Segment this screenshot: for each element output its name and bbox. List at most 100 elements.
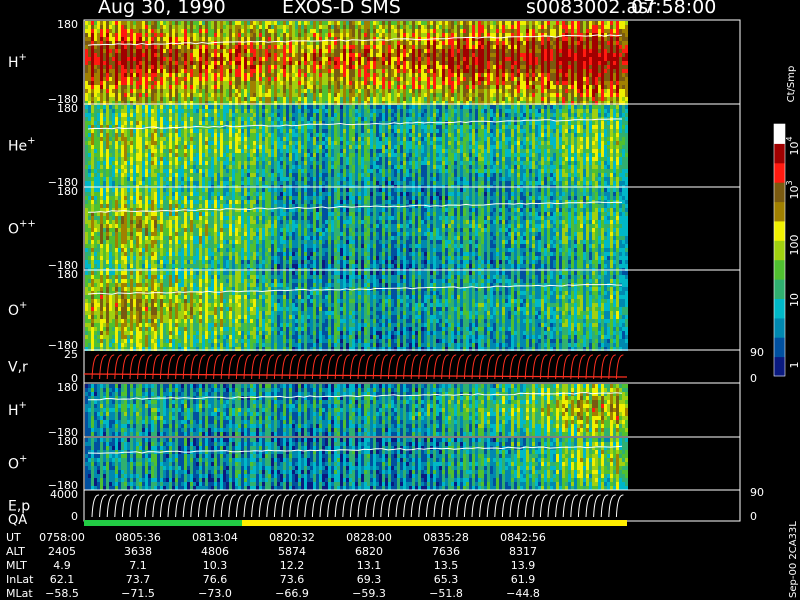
heat-cell	[100, 141, 103, 145]
heat-cell	[127, 157, 130, 161]
heat-cell	[352, 21, 355, 25]
heat-cell	[280, 33, 283, 37]
heat-cell	[286, 37, 289, 41]
heat-cell	[574, 21, 577, 25]
heat-cell	[499, 21, 502, 25]
heat-cell	[397, 73, 400, 77]
heat-cell	[544, 93, 547, 97]
heat-cell	[169, 149, 172, 153]
heat-cell	[190, 61, 193, 65]
heat-cell	[265, 85, 268, 89]
heat-cell	[547, 49, 550, 53]
heat-cell	[142, 157, 145, 161]
heat-cell	[172, 93, 175, 97]
heat-cell	[364, 77, 367, 81]
heat-cell	[112, 25, 115, 29]
heat-cell	[124, 113, 127, 117]
heat-cell	[412, 53, 415, 57]
heat-cell	[433, 93, 436, 97]
heat-cell	[310, 57, 313, 61]
heat-cell	[388, 29, 391, 33]
heat-cell	[415, 97, 418, 101]
heat-cell	[565, 61, 568, 65]
heat-cell	[115, 61, 118, 65]
heat-cell	[463, 89, 466, 93]
heat-cell	[205, 141, 208, 145]
heat-cell	[127, 153, 130, 157]
heat-cell	[187, 89, 190, 93]
heat-cell	[277, 53, 280, 57]
heat-cell	[244, 161, 247, 165]
heat-cell	[583, 65, 586, 69]
heat-cell	[427, 57, 430, 61]
heat-cell	[526, 93, 529, 97]
heat-cell	[115, 49, 118, 53]
heat-cell	[610, 89, 613, 93]
heat-cell	[118, 109, 121, 113]
heat-cell	[586, 65, 589, 69]
heat-cell	[571, 65, 574, 69]
heat-cell	[172, 133, 175, 137]
heat-cell	[460, 53, 463, 57]
heat-cell	[565, 97, 568, 101]
heat-cell	[514, 49, 517, 53]
heat-cell	[547, 69, 550, 73]
heat-cell	[511, 37, 514, 41]
heat-cell	[604, 73, 607, 77]
heat-cell	[625, 61, 628, 65]
heat-cell	[400, 29, 403, 33]
heat-cell	[319, 73, 322, 77]
heat-cell	[181, 165, 184, 169]
heat-cell	[277, 25, 280, 29]
heat-cell	[235, 145, 238, 149]
heat-cell	[379, 81, 382, 85]
heat-cell	[451, 33, 454, 37]
heat-cell	[421, 85, 424, 89]
heat-cell	[469, 89, 472, 93]
heat-cell	[169, 77, 172, 81]
heat-cell	[235, 97, 238, 101]
heat-cell	[148, 153, 151, 157]
heat-cell	[298, 21, 301, 25]
heat-cell	[394, 97, 397, 101]
heat-cell	[382, 65, 385, 69]
heat-cell	[238, 161, 241, 165]
heat-cell	[328, 57, 331, 61]
heat-cell	[256, 97, 259, 101]
heat-cell	[202, 133, 205, 137]
heat-cell	[277, 37, 280, 41]
heat-cell	[109, 29, 112, 33]
heat-cell	[109, 181, 112, 185]
heat-cell	[127, 85, 130, 89]
heat-cell	[331, 33, 334, 37]
heat-cell	[136, 69, 139, 73]
heat-cell	[172, 109, 175, 113]
heat-cell	[601, 73, 604, 77]
heat-cell	[130, 29, 133, 33]
heat-cell	[277, 93, 280, 97]
heat-cell	[319, 33, 322, 37]
heat-cell	[193, 153, 196, 157]
heat-cell	[418, 73, 421, 77]
heat-cell	[124, 157, 127, 161]
heat-cell	[253, 73, 256, 77]
heat-cell	[325, 73, 328, 77]
heat-cell	[130, 149, 133, 153]
heat-cell	[583, 61, 586, 65]
heat-cell	[310, 81, 313, 85]
heat-cell	[619, 61, 622, 65]
heat-cell	[544, 77, 547, 81]
heat-cell	[355, 73, 358, 77]
heat-cell	[526, 97, 529, 101]
heat-cell	[523, 65, 526, 69]
heat-cell	[253, 113, 256, 117]
heat-cell	[388, 33, 391, 37]
heat-cell	[121, 105, 124, 109]
heat-cell	[211, 53, 214, 57]
heat-cell	[334, 49, 337, 53]
heat-cell	[403, 61, 406, 65]
heat-cell	[238, 165, 241, 169]
heat-cell	[316, 85, 319, 89]
heat-cell	[211, 129, 214, 133]
heat-cell	[382, 45, 385, 49]
